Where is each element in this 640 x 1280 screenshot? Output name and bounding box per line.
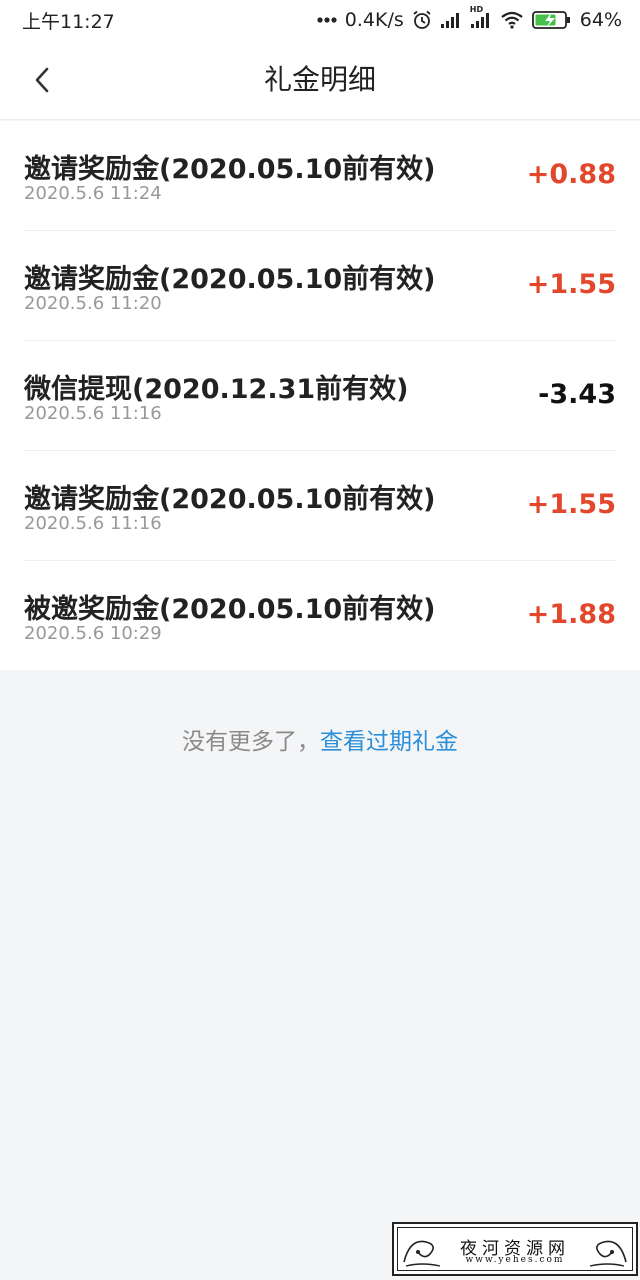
record-title: 邀请奖励金(2020.05.10前有效) xyxy=(24,154,436,185)
page-title: 礼金明细 xyxy=(263,63,376,96)
watermark-url: www.yehes.com xyxy=(465,1255,565,1265)
record-item: 邀请奖励金(2020.05.10前有效) 2020.5.6 11:24 +0.8… xyxy=(24,121,616,231)
record-item: 邀请奖励金(2020.05.10前有效) 2020.5.6 11:16 +1.5… xyxy=(24,451,616,561)
record-list: 邀请奖励金(2020.05.10前有效) 2020.5.6 11:24 +0.8… xyxy=(0,121,640,670)
battery-charging-icon xyxy=(531,10,572,30)
status-time: 上午11:27 xyxy=(22,10,115,33)
record-amount: +0.88 xyxy=(526,159,616,190)
record-item: 微信提现(2020.12.31前有效) 2020.5.6 11:16 -3.43 xyxy=(24,341,616,451)
record-title: 邀请奖励金(2020.05.10前有效) xyxy=(24,264,436,295)
record-title: 被邀奖励金(2020.05.10前有效) xyxy=(24,594,436,625)
status-icons: 0.4K/s HD 64% xyxy=(317,5,622,31)
record-amount: +1.55 xyxy=(526,269,616,300)
record-time: 2020.5.6 11:16 xyxy=(24,403,162,424)
wifi-icon xyxy=(500,11,524,29)
hd-signal-icon: HD xyxy=(470,5,492,29)
watermark-logo: 夜河资源网 www.yehes.com xyxy=(392,1222,638,1276)
record-amount: -3.43 xyxy=(538,379,616,410)
record-title: 微信提现(2020.12.31前有效) xyxy=(24,374,409,405)
record-amount: +1.88 xyxy=(526,599,616,630)
record-time: 2020.5.6 10:29 xyxy=(24,623,162,644)
record-time: 2020.5.6 11:16 xyxy=(24,513,162,534)
no-more-text: 没有更多了， xyxy=(182,729,320,755)
footer-note: 没有更多了，查看过期礼金 xyxy=(0,722,640,756)
net-speed: 0.4K/s xyxy=(344,9,404,31)
record-item: 被邀奖励金(2020.05.10前有效) 2020.5.6 10:29 +1.8… xyxy=(24,561,616,670)
nav-bar: 礼金明细 xyxy=(0,40,640,120)
record-time: 2020.5.6 11:24 xyxy=(24,183,162,204)
alarm-clock-icon xyxy=(412,10,432,30)
record-amount: +1.55 xyxy=(526,489,616,520)
record-time: 2020.5.6 11:20 xyxy=(24,293,162,314)
battery-percent: 64% xyxy=(579,9,622,31)
more-dots-icon xyxy=(317,17,337,23)
status-bar: 上午11:27 0.4K/s HD 64% xyxy=(0,0,640,40)
record-title: 邀请奖励金(2020.05.10前有效) xyxy=(24,484,436,515)
cellular-signal-icon xyxy=(440,11,462,29)
record-item: 邀请奖励金(2020.05.10前有效) 2020.5.6 11:20 +1.5… xyxy=(24,231,616,341)
hd-label: HD xyxy=(469,5,484,14)
view-expired-link[interactable]: 查看过期礼金 xyxy=(320,729,458,755)
